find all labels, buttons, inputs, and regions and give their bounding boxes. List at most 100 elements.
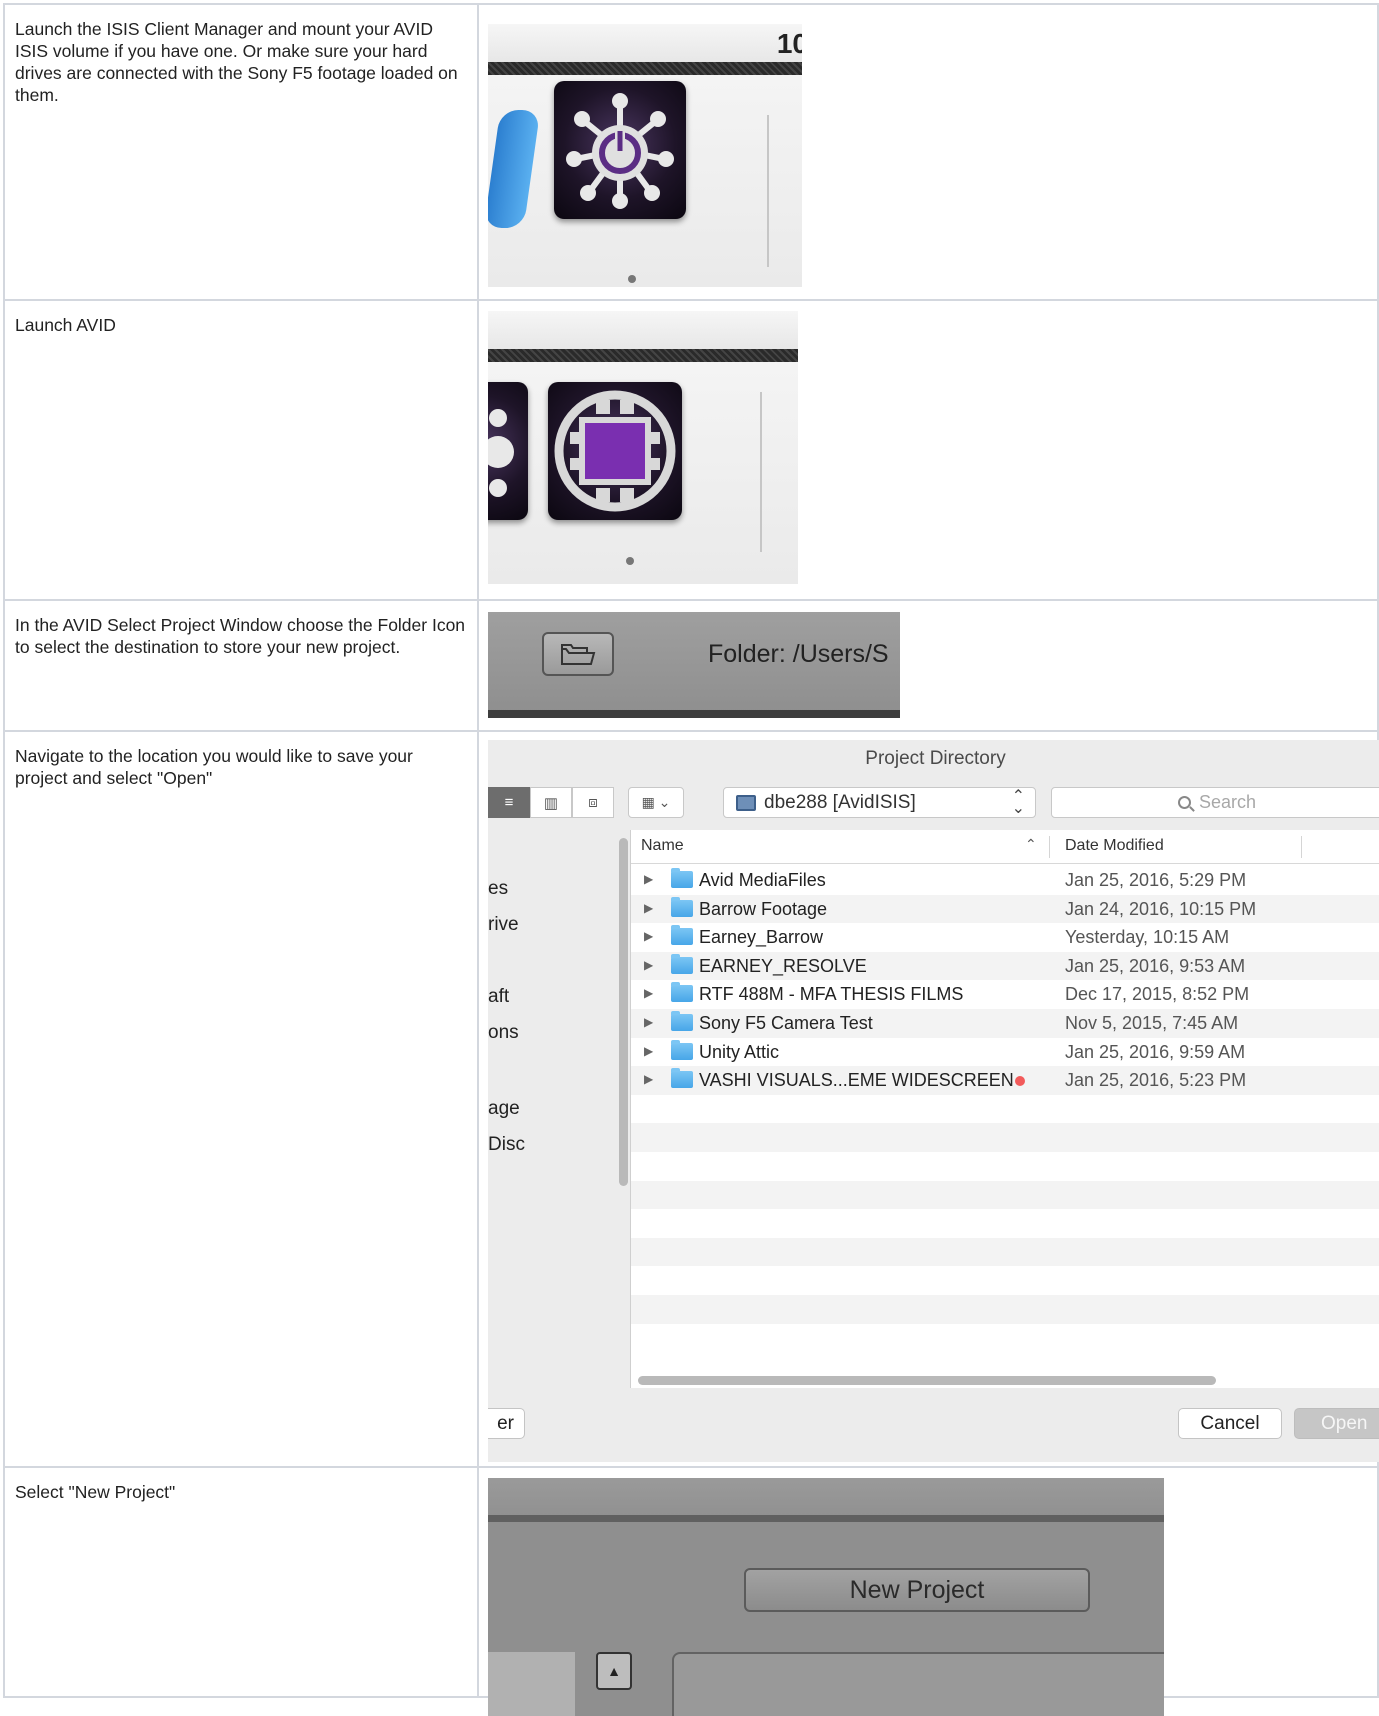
file-date: Jan 25, 2016, 9:53 AM bbox=[1065, 955, 1246, 976]
disclosure-triangle-icon[interactable]: ▶ bbox=[644, 958, 653, 972]
file-name: Avid MediaFiles bbox=[699, 870, 826, 890]
step-screenshot: New Project ▲ bbox=[477, 1466, 1379, 1716]
new-folder-button[interactable]: er bbox=[488, 1408, 525, 1439]
empty-row bbox=[631, 1237, 1379, 1267]
file-row[interactable]: ▶ Sony F5 Camera Test Nov 5, 2015, 7:45 AM bbox=[631, 1009, 1379, 1038]
disclosure-triangle-icon[interactable]: ▶ bbox=[644, 1044, 653, 1058]
step-screenshot: Project Directory ≡ ▥ ⧈ ▦ ⌄ dbe288 [Avid… bbox=[477, 730, 1379, 1468]
step-screenshot: 10 bbox=[477, 3, 1379, 301]
dock-number: 10 bbox=[776, 28, 802, 59]
app-icon-partial bbox=[488, 110, 541, 228]
coverflow-view-icon[interactable]: ⧈ bbox=[572, 787, 614, 818]
file-row[interactable]: ▶ EARNEY_RESOLVE Jan 25, 2016, 9:53 AM bbox=[631, 951, 1379, 981]
file-date: Jan 25, 2016, 5:23 PM bbox=[1065, 1070, 1247, 1091]
running-indicator bbox=[628, 275, 636, 283]
empty-row bbox=[631, 1180, 1379, 1210]
column-view-icon[interactable]: ▥ bbox=[530, 787, 572, 818]
step-screenshot bbox=[477, 299, 1379, 601]
updown-chevron-icon: ⌃ ⌄ bbox=[1011, 788, 1025, 817]
sidebar-item[interactable]: aft bbox=[488, 986, 509, 1008]
step-text: Launch the ISIS Client Manager and mount… bbox=[3, 3, 479, 301]
file-name: Unity Attic bbox=[699, 1041, 780, 1062]
horizontal-scrollbar[interactable] bbox=[638, 1376, 1216, 1385]
sidebar-item[interactable]: ons bbox=[488, 1022, 519, 1044]
list-view-icon[interactable]: ≡ bbox=[488, 787, 530, 818]
isis-client-icon-partial bbox=[488, 382, 528, 520]
view-mode-group: ≡ ▥ ⧈ bbox=[488, 787, 615, 818]
color-tag-icon bbox=[1015, 1076, 1025, 1087]
cancel-button[interactable]: Cancel bbox=[1178, 1408, 1282, 1439]
sidebar-item[interactable]: es bbox=[488, 878, 508, 900]
location-label: dbe288 [AvidISIS] bbox=[764, 791, 916, 813]
file-name: VASHI VISUALS...EME WIDESCREEN bbox=[699, 1070, 1014, 1091]
network-drive-icon bbox=[736, 794, 756, 811]
file-row[interactable]: ▶ VASHI VISUALS...EME WIDESCREEN Jan 25, 2… bbox=[631, 1066, 1379, 1095]
folder-icon bbox=[671, 1011, 693, 1031]
file-row[interactable]: ▶ Earney_Barrow Yesterday, 10:15 AM bbox=[631, 923, 1379, 952]
column-header-name[interactable]: Name bbox=[641, 837, 684, 855]
file-name: Earney_Barrow bbox=[699, 927, 824, 948]
scroll-up-icon[interactable]: ▲ bbox=[596, 1652, 632, 1690]
sidebar-item[interactable]: rive bbox=[488, 914, 519, 936]
folder-icon bbox=[561, 644, 596, 665]
file-name: EARNEY_RESOLVE bbox=[699, 955, 867, 976]
isis-dock-screenshot: 10 bbox=[488, 24, 802, 287]
step-row: Navigate to the location you would like … bbox=[3, 730, 1379, 1468]
disclosure-triangle-icon[interactable]: ▶ bbox=[644, 929, 653, 943]
file-row[interactable]: ▶ RTF 488M - MFA THESIS FILMS Dec 17, 2015… bbox=[631, 980, 1379, 1009]
location-popup[interactable]: dbe288 [AvidISIS] ⌃ ⌄ bbox=[723, 787, 1036, 818]
avid-media-composer-icon[interactable] bbox=[548, 382, 682, 520]
empty-row bbox=[631, 1095, 1379, 1124]
steps-table: Launch the ISIS Client Manager and mount… bbox=[3, 3, 1379, 1716]
folder-icon bbox=[671, 982, 693, 1003]
empty-row bbox=[631, 1209, 1379, 1238]
file-row[interactable]: ▶ Unity Attic Jan 25, 2016, 9:59 AM bbox=[631, 1038, 1379, 1067]
step-text: Navigate to the location you would like … bbox=[3, 730, 479, 1468]
disclosure-triangle-icon[interactable]: ▶ bbox=[644, 986, 653, 1000]
disclosure-triangle-icon[interactable]: ▶ bbox=[644, 1072, 653, 1086]
file-row[interactable]: ▶ Avid MediaFiles Jan 25, 2016, 5:29 PM bbox=[631, 866, 1379, 895]
folder-icon bbox=[671, 953, 693, 974]
file-date: Jan 24, 2016, 10:15 PM bbox=[1065, 898, 1257, 919]
project-directory-dialog: Project Directory ≡ ▥ ⧈ ▦ ⌄ dbe288 [Avid… bbox=[488, 740, 1379, 1462]
file-row[interactable]: ▶ Barrow Footage Jan 24, 2016, 10:15 PM bbox=[631, 894, 1379, 924]
file-name: Barrow Footage bbox=[699, 898, 828, 919]
folder-icon bbox=[671, 896, 693, 917]
disclosure-triangle-icon[interactable]: ▶ bbox=[644, 1015, 653, 1029]
file-list-header: Name ⌃ Date Modified bbox=[631, 830, 1379, 864]
folder-icon bbox=[671, 1039, 693, 1060]
step-screenshot: Folder: /Users/S bbox=[477, 599, 1379, 732]
folder-button[interactable] bbox=[542, 632, 614, 676]
empty-row bbox=[631, 1324, 1379, 1353]
step-text: Select "New Project" bbox=[3, 1466, 479, 1698]
folder-path-label: Folder: /Users/S bbox=[708, 640, 889, 668]
sidebar: es rive aft ons age Disc bbox=[488, 830, 631, 1388]
search-field[interactable]: Search bbox=[1051, 787, 1379, 818]
disclosure-triangle-icon[interactable]: ▶ bbox=[644, 872, 653, 886]
step-row: Select "New Project" New Project ▲ bbox=[3, 1466, 1379, 1716]
running-indicator bbox=[626, 557, 634, 565]
new-project-button[interactable]: New Project bbox=[744, 1568, 1090, 1612]
sidebar-scrollbar[interactable] bbox=[619, 838, 628, 1186]
step-row: In the AVID Select Project Window choose… bbox=[3, 599, 1379, 732]
isis-client-icon[interactable] bbox=[554, 81, 686, 219]
project-list-field bbox=[488, 1652, 575, 1716]
avid-dock-screenshot bbox=[488, 311, 798, 584]
file-date: Jan 25, 2016, 9:59 AM bbox=[1065, 1041, 1246, 1062]
sidebar-item[interactable]: Disc bbox=[488, 1134, 525, 1156]
dialog-title: Project Directory bbox=[865, 748, 1006, 769]
open-button[interactable]: Open bbox=[1294, 1408, 1379, 1439]
step-text: In the AVID Select Project Window choose… bbox=[3, 599, 479, 732]
file-list: Name ⌃ Date Modified ▶ Avid MediaFiles Jan… bbox=[631, 830, 1379, 1388]
empty-row bbox=[631, 1295, 1379, 1324]
select-project-folder-screenshot: Folder: /Users/S bbox=[488, 612, 900, 718]
step-row: Launch the ISIS Client Manager and mount… bbox=[3, 3, 1379, 301]
folder-icon bbox=[671, 1068, 693, 1089]
step-text: Launch AVID bbox=[3, 299, 479, 601]
disclosure-triangle-icon[interactable]: ▶ bbox=[644, 901, 653, 915]
sidebar-item[interactable]: age bbox=[488, 1098, 520, 1120]
column-header-date[interactable]: Date Modified bbox=[1065, 837, 1164, 855]
folder-icon bbox=[671, 925, 693, 946]
arrange-menu-icon[interactable]: ▦ ⌄ bbox=[628, 787, 684, 818]
file-name: Sony F5 Camera Test bbox=[699, 1013, 873, 1033]
